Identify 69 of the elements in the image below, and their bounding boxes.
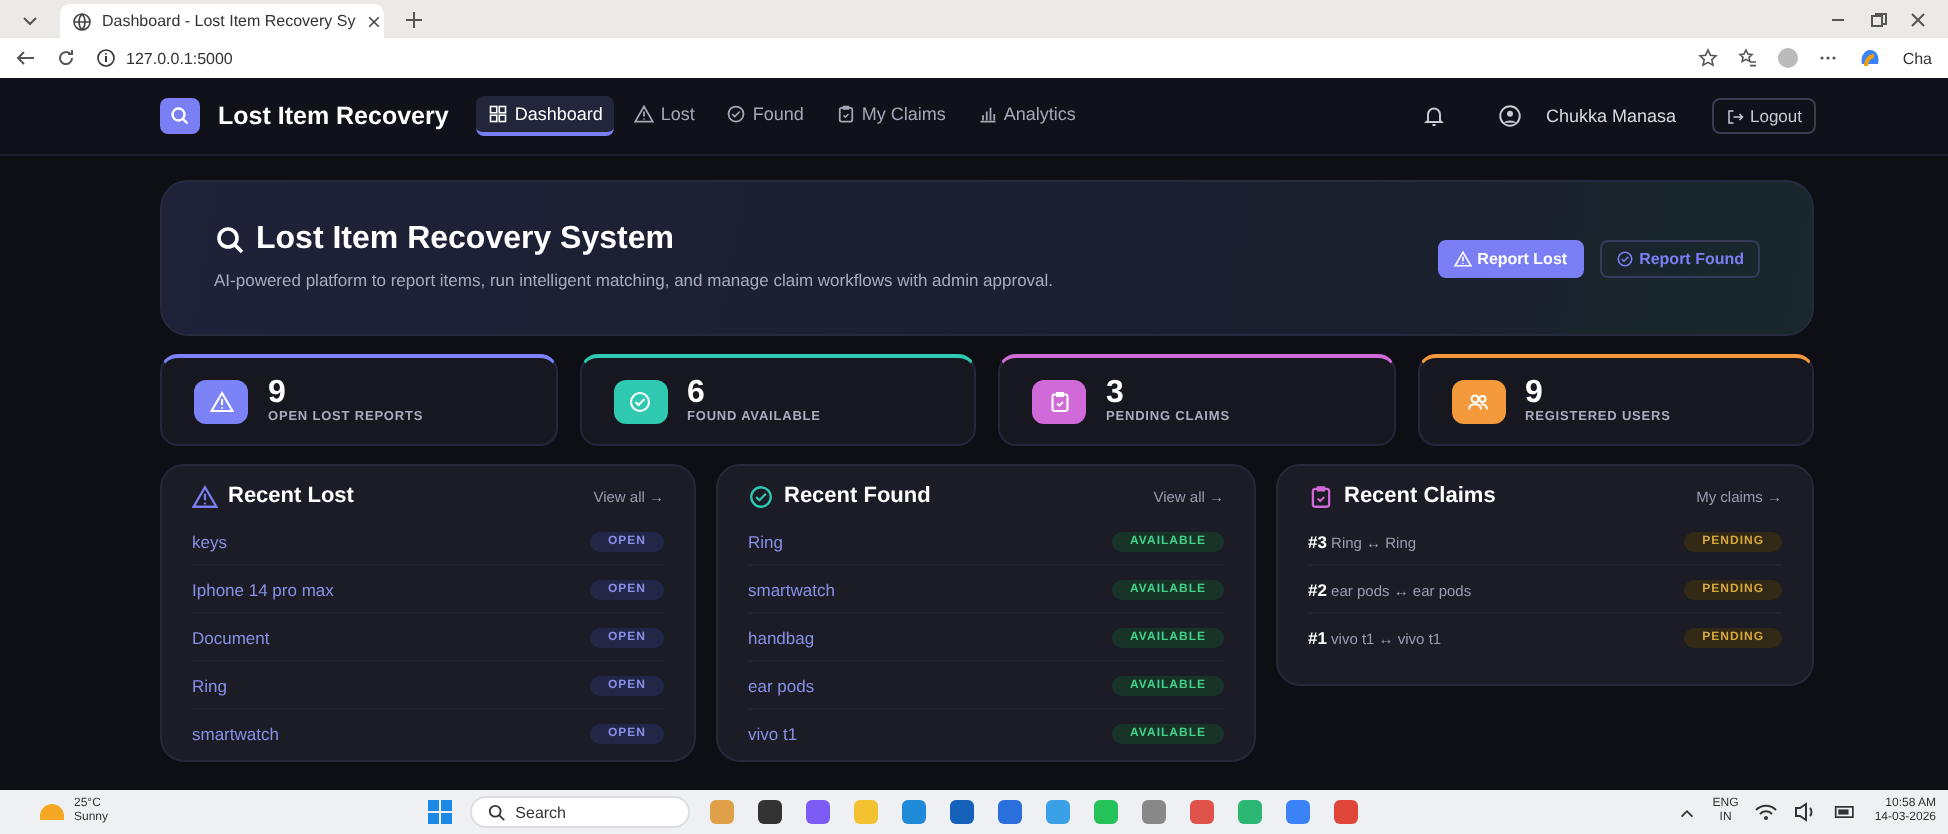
panel-title: Recent Lost (228, 484, 354, 508)
globe-icon (72, 11, 92, 31)
search-icon (160, 98, 200, 134)
warning-icon (209, 389, 233, 413)
sun-icon (40, 804, 64, 820)
item-name[interactable]: Iphone 14 pro max (192, 579, 590, 599)
item-name[interactable]: Ring (192, 675, 590, 695)
grid-icon (488, 104, 509, 124)
close-icon[interactable] (365, 13, 382, 29)
close-icon[interactable] (1908, 9, 1928, 29)
check-circle-icon (1615, 249, 1634, 267)
app-icon[interactable] (757, 800, 782, 824)
favorites-icon[interactable] (1738, 48, 1759, 68)
item-name[interactable]: vivo t1 (748, 723, 1113, 743)
browser-tab[interactable]: Dashboard - Lost Item Recovery Sy (60, 4, 384, 38)
logout-icon (1726, 107, 1744, 125)
warning-icon (1453, 249, 1472, 267)
panel-title: Recent Claims (1344, 484, 1496, 508)
item-name[interactable]: keys (192, 531, 590, 551)
item-name[interactable]: ear pods (748, 675, 1113, 695)
app-icon[interactable] (949, 800, 974, 824)
stat-value: 9 (1525, 378, 1545, 410)
nav-link[interactable]: Analytics (965, 96, 1088, 136)
plus-icon[interactable] (404, 9, 424, 29)
copilot-label[interactable]: Cha (1902, 49, 1932, 67)
check-circle-icon (726, 104, 747, 124)
stat-value: 9 (268, 378, 288, 410)
item-name[interactable]: smartwatch (748, 579, 1113, 599)
tab-title: Dashboard - Lost Item Recovery Sy (102, 12, 356, 30)
battery-icon[interactable] (1834, 800, 1859, 824)
item-name[interactable]: Ring (748, 531, 1113, 551)
report-found-button[interactable]: Report Found (1599, 239, 1760, 277)
panel-title: Recent Found (784, 484, 931, 508)
info-icon (96, 48, 116, 68)
nav-link[interactable]: Found (714, 96, 816, 136)
stat-value: 6 (687, 378, 707, 410)
warning-icon (192, 483, 218, 509)
address-field[interactable]: 127.0.0.1:5000 (96, 48, 233, 68)
logout-button[interactable]: Logout (1712, 98, 1816, 134)
user-circle-icon (1497, 104, 1522, 128)
clipboard-icon (835, 104, 856, 124)
item-name[interactable]: smartwatch (192, 723, 590, 743)
nav-link[interactable]: My Claims (823, 96, 958, 136)
nav-link[interactable]: Dashboard (476, 96, 615, 136)
item-name[interactable]: Document (192, 627, 590, 647)
brand-name[interactable]: Lost Item Recovery (218, 102, 449, 130)
wifi-icon[interactable] (1754, 800, 1779, 824)
search-icon (214, 224, 246, 257)
taskbar-search-field[interactable]: Search (469, 796, 690, 828)
clipboard-icon (1308, 483, 1334, 509)
item-name[interactable]: handbag (748, 627, 1113, 647)
search-icon (487, 803, 506, 821)
users-icon (1466, 389, 1490, 413)
clipboard-icon (1047, 389, 1071, 413)
stat-value: 3 (1106, 378, 1126, 410)
user-name[interactable]: Chukka Manasa (1545, 106, 1676, 126)
restore-icon[interactable] (1868, 9, 1888, 29)
bell-icon[interactable] (1421, 104, 1446, 128)
hero-subtitle: AI-powered platform to report items, run intelligent matching, and manage claim workflows with admin approval. (214, 268, 1056, 294)
check-circle-icon (628, 389, 652, 413)
star-icon[interactable] (1698, 48, 1719, 68)
nav-link[interactable]: Lost (622, 96, 707, 136)
warning-icon (634, 104, 655, 124)
windows-start-icon[interactable] (425, 798, 454, 826)
reload-icon[interactable] (56, 48, 76, 68)
check-circle-icon (748, 483, 774, 509)
bar-chart-icon (977, 104, 998, 124)
hero-title: Lost Item Recovery System (256, 222, 674, 259)
back-arrow-icon[interactable] (16, 48, 36, 68)
